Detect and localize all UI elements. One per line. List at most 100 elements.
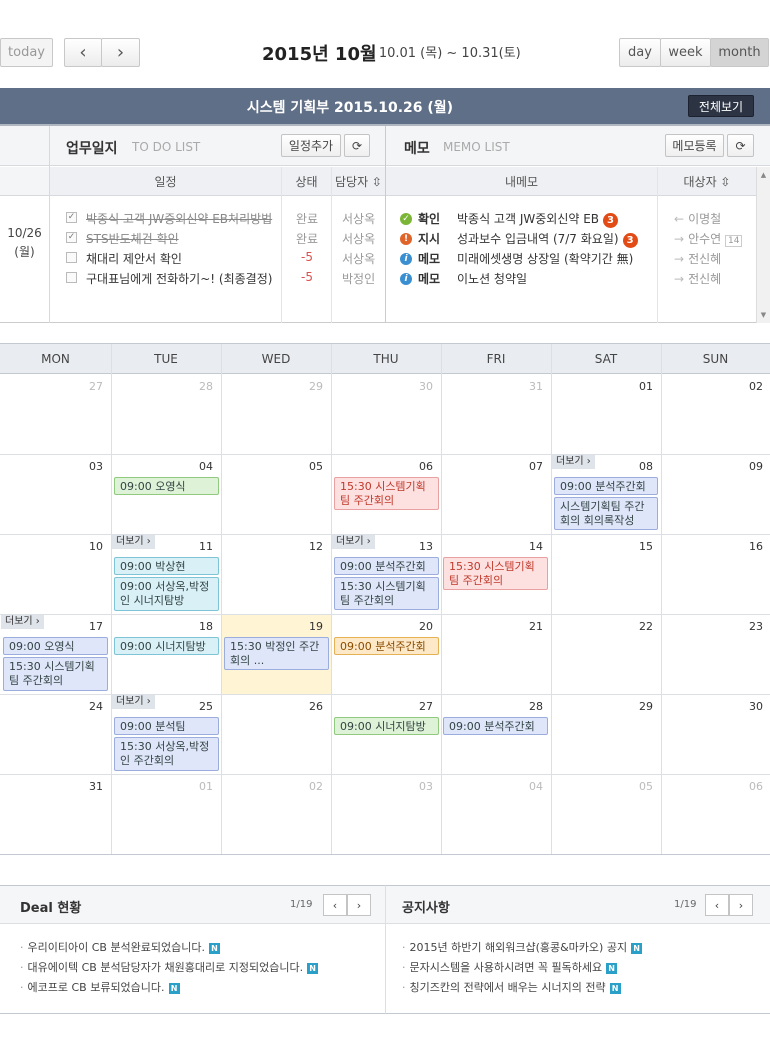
todo-checkbox[interactable]: ✓ — [66, 232, 77, 243]
day-number[interactable]: 28 — [503, 700, 543, 713]
refresh-todo-button[interactable]: ⟳ — [344, 134, 370, 157]
calendar-event[interactable]: 15:30 시스템기획팀 주간회의 — [3, 657, 108, 691]
calendar-event[interactable]: 09:00 분석주간회의 — [443, 717, 548, 735]
day-number[interactable]: 07 — [503, 460, 543, 473]
view-week-button[interactable]: week — [660, 38, 711, 67]
todo-col-status[interactable]: 상태 — [282, 167, 331, 196]
calendar-event[interactable]: 09:00 박상현 — [114, 557, 219, 575]
day-number[interactable]: 29 — [283, 380, 323, 393]
notice-item[interactable]: 칭기즈칸의 전략에서 배우는 시너지의 전략N — [402, 979, 621, 995]
day-number[interactable]: 25 — [173, 700, 213, 713]
view-month-button[interactable]: month — [710, 38, 769, 67]
memo-col-memo[interactable]: 내메모 — [386, 167, 657, 196]
deal-item[interactable]: 에코프로 CB 보류되었습니다.N — [20, 979, 180, 995]
add-schedule-button[interactable]: 일정추가 — [281, 134, 341, 157]
calendar-event[interactable]: 시스템기획팀 주간 회의 회의록작성 — [554, 497, 658, 530]
more-link[interactable]: 더보기 › — [1, 615, 44, 629]
notice-prev-button[interactable]: ‹ — [705, 894, 729, 916]
memo-item[interactable]: 박종식 고객 JW중외신약 EB 3 — [457, 210, 619, 228]
memo-item[interactable]: 성과보수 입금내역 (7/7 화요일) 3 — [457, 230, 638, 248]
todo-item[interactable]: STS반도체건 확인 — [86, 230, 179, 247]
day-number[interactable]: 02 — [283, 780, 323, 793]
todo-col-owner[interactable]: 담당자 ⇳ — [332, 167, 385, 196]
day-number[interactable]: 04 — [503, 780, 543, 793]
day-number[interactable]: 20 — [393, 620, 433, 633]
more-link[interactable]: 더보기 › — [552, 455, 595, 469]
memo-item[interactable]: 미래에셋생명 상장일 (확약기간 無) — [457, 250, 633, 267]
calendar-event[interactable]: 09:00 오영식 — [3, 637, 108, 655]
calendar-event[interactable]: 09:00 시너지탐방 — [334, 717, 439, 735]
more-link[interactable]: 더보기 › — [112, 535, 155, 549]
day-number[interactable]: 02 — [723, 380, 763, 393]
calendar-event[interactable]: 09:00 분석팀 — [114, 717, 219, 735]
calendar-event[interactable]: 09:00 분석주간회의 — [334, 637, 439, 655]
day-number[interactable]: 18 — [173, 620, 213, 633]
calendar-event[interactable]: 15:30 시스템기획팀 주간회의 — [334, 477, 439, 510]
deal-item[interactable]: 우리이티아이 CB 분석완료되었습니다.N — [20, 939, 221, 955]
day-number[interactable]: 09 — [723, 460, 763, 473]
view-day-button[interactable]: day — [619, 38, 661, 67]
day-number[interactable]: 14 — [503, 540, 543, 553]
calendar-event[interactable]: 15:30 박정인 주간회의 ... — [224, 637, 329, 670]
day-number[interactable]: 01 — [613, 380, 653, 393]
notice-next-button[interactable]: › — [729, 894, 753, 916]
day-number[interactable]: 03 — [63, 460, 103, 473]
notice-item[interactable]: 2015년 하반기 해외워크샵(홍콩&마카오) 공지N — [402, 939, 643, 955]
day-number[interactable]: 31 — [63, 780, 103, 793]
next-month-button[interactable]: › — [101, 38, 140, 67]
memo-scrollbar[interactable]: ▲ ▼ — [756, 167, 770, 323]
memo-item[interactable]: 이노션 청약일 — [457, 270, 527, 287]
todo-col-schedule[interactable]: 일정 — [50, 167, 281, 196]
todo-checkbox[interactable] — [66, 252, 77, 263]
day-number[interactable]: 31 — [503, 380, 543, 393]
day-number[interactable]: 05 — [613, 780, 653, 793]
day-number[interactable]: 23 — [723, 620, 763, 633]
day-number[interactable]: 30 — [723, 700, 763, 713]
day-number[interactable]: 04 — [173, 460, 213, 473]
prev-month-button[interactable]: ‹ — [64, 38, 102, 67]
calendar-event[interactable]: 09:00 서상옥,박정인 시너지탐방 — [114, 577, 219, 611]
day-number[interactable]: 17 — [63, 620, 103, 633]
day-number[interactable]: 01 — [173, 780, 213, 793]
day-number[interactable]: 29 — [613, 700, 653, 713]
day-number[interactable]: 15 — [613, 540, 653, 553]
todo-checkbox[interactable]: ✓ — [66, 212, 77, 223]
calendar-event[interactable]: 15:30 시스템기획팀 주간회의 — [443, 557, 548, 590]
day-number[interactable]: 28 — [173, 380, 213, 393]
day-number[interactable]: 16 — [723, 540, 763, 553]
day-number[interactable]: 12 — [283, 540, 323, 553]
more-link[interactable]: 더보기 › — [112, 695, 155, 709]
view-all-button[interactable]: 전체보기 — [688, 95, 754, 117]
day-number[interactable]: 30 — [393, 380, 433, 393]
deal-prev-button[interactable]: ‹ — [323, 894, 347, 916]
day-number[interactable]: 27 — [63, 380, 103, 393]
calendar-event[interactable]: 09:00 오영식 — [114, 477, 219, 495]
day-number[interactable]: 06 — [393, 460, 433, 473]
day-number[interactable]: 24 — [63, 700, 103, 713]
refresh-memo-button[interactable]: ⟳ — [727, 134, 754, 157]
calendar-event[interactable]: 09:00 시너지탐방 — [114, 637, 219, 655]
day-number[interactable]: 13 — [393, 540, 433, 553]
day-number[interactable]: 03 — [393, 780, 433, 793]
notice-item[interactable]: 문자시스템을 사용하시려면 꼭 필독하세요N — [402, 959, 618, 975]
day-number[interactable]: 05 — [283, 460, 323, 473]
day-number[interactable]: 06 — [723, 780, 763, 793]
day-number[interactable]: 26 — [283, 700, 323, 713]
day-number[interactable]: 21 — [503, 620, 543, 633]
day-number[interactable]: 19 — [283, 620, 323, 633]
day-number[interactable]: 08 — [613, 460, 653, 473]
calendar-event[interactable]: 09:00 분석주간회의 — [334, 557, 439, 575]
calendar-event[interactable]: 09:00 분석주간회의 — [554, 477, 658, 495]
todo-checkbox[interactable] — [66, 272, 77, 283]
calendar-event[interactable]: 15:30 서상옥,박정인 주간회의 — [114, 737, 219, 771]
day-number[interactable]: 11 — [173, 540, 213, 553]
more-link[interactable]: 더보기 › — [332, 535, 375, 549]
day-number[interactable]: 22 — [613, 620, 653, 633]
add-memo-button[interactable]: 메모등록 — [665, 134, 724, 157]
day-number[interactable]: 10 — [63, 540, 103, 553]
todo-item[interactable]: 구대표님에게 전화하기~! (최종결정) — [86, 270, 272, 287]
calendar-event[interactable]: 15:30 시스템기획팀 주간회의 — [334, 577, 439, 610]
todo-item[interactable]: 채대리 제안서 확인 — [86, 250, 182, 267]
memo-col-target[interactable]: 대상자 ⇳ — [658, 167, 756, 196]
deal-item[interactable]: 대유에이텍 CB 분석담당자가 채원홍대리로 지정되었습니다.N — [20, 959, 319, 975]
